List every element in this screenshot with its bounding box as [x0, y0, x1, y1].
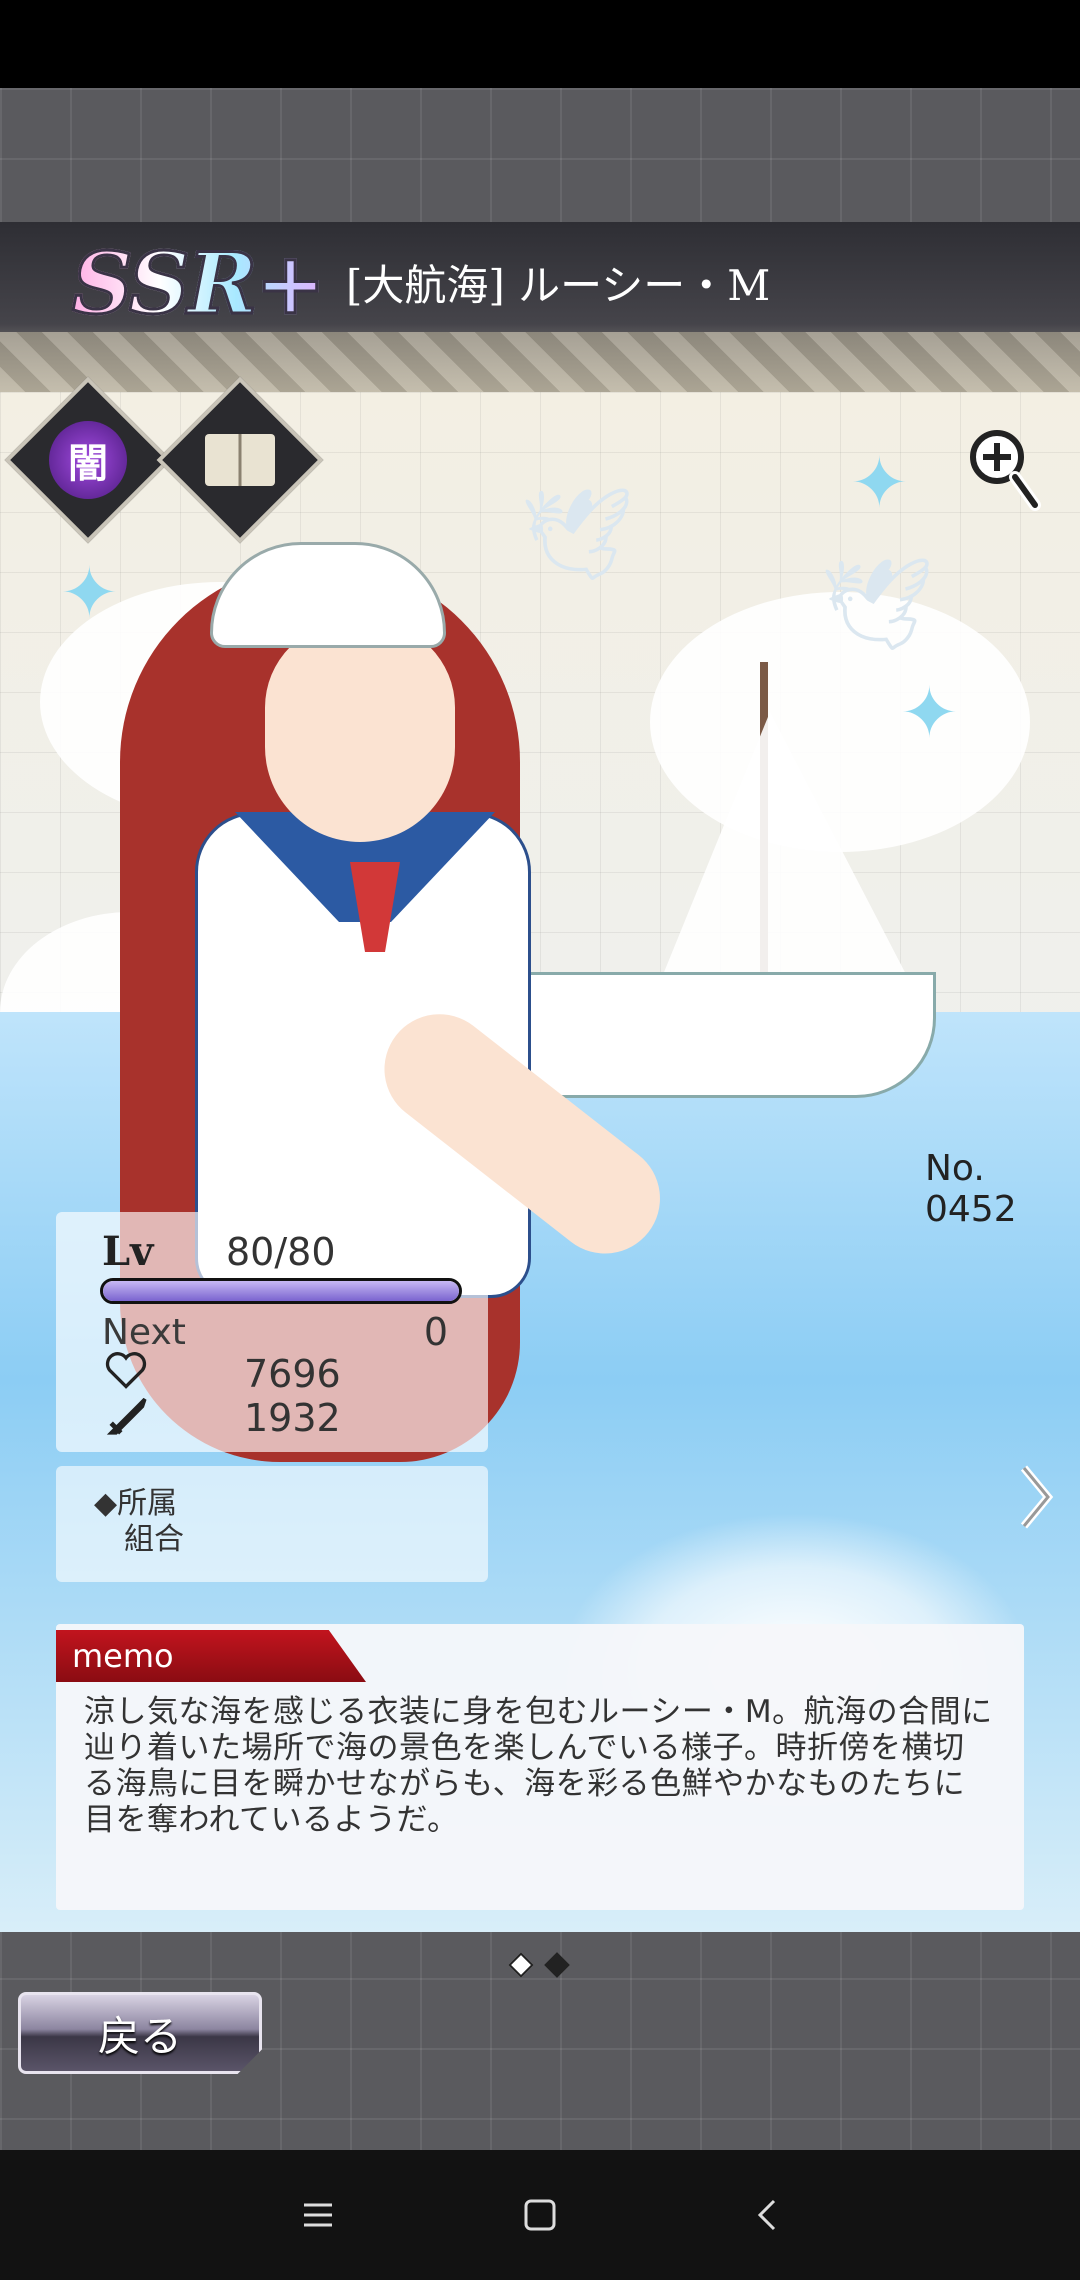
next-value: 0 — [423, 1310, 448, 1354]
stats-panel: Lv 80/80 Next 0 7696 1932 — [56, 1212, 488, 1452]
home-button[interactable] — [510, 2190, 570, 2240]
page-dot-active[interactable] — [508, 1952, 534, 1978]
android-nav-bar — [0, 2150, 1080, 2280]
card-number: No. 0452 — [925, 1148, 1017, 1230]
ship-sail-image — [660, 712, 910, 982]
sparkle-image: ✦ — [850, 442, 909, 524]
dark-attribute-icon: 闇 — [49, 421, 127, 499]
page-indicator — [508, 1952, 570, 1978]
level-value: 80/80 — [226, 1230, 336, 1274]
home-icon — [524, 2199, 556, 2231]
book-icon — [205, 434, 275, 486]
heart-icon — [105, 1352, 147, 1389]
exp-bar-fill — [103, 1281, 459, 1301]
next-label: Next — [102, 1312, 186, 1353]
sparkle-image: ✦ — [60, 552, 119, 634]
back-button[interactable]: 戻る — [18, 1992, 262, 2074]
card-name: [大航海] ルーシー・M — [346, 261, 771, 310]
seagull-image: 🕊 — [820, 552, 935, 657]
affiliation-value: 組合 — [124, 1522, 184, 1557]
ship-hull-image — [520, 972, 936, 1098]
seagull-image: 🕊 — [520, 482, 635, 587]
character-face-image — [265, 622, 455, 842]
menu-icon — [304, 2203, 332, 2227]
atk-value: 1932 — [244, 1396, 341, 1440]
zoom-in-icon[interactable] — [965, 425, 1045, 515]
exp-bar — [100, 1278, 462, 1304]
hp-value: 7696 — [244, 1352, 341, 1396]
memo-text: 涼し気な海を感じる衣装に身を包むルーシー・M。航海の合間に辿り着いた場所で海の景… — [84, 1694, 993, 1838]
sword-icon — [106, 1397, 147, 1435]
menu-button[interactable] — [288, 2190, 348, 2240]
next-arrow-icon[interactable] — [1018, 1462, 1054, 1532]
page-dot[interactable] — [544, 1952, 570, 1978]
back-icon — [757, 2199, 776, 2231]
nav-back-button[interactable] — [738, 2190, 798, 2240]
rarity-label: SSR+ — [71, 233, 328, 335]
status-bar — [0, 0, 1080, 88]
memo-tab: memo — [56, 1630, 366, 1682]
level-label: Lv — [102, 1228, 154, 1275]
affiliation-panel: ◆所属 組合 — [56, 1466, 488, 1582]
